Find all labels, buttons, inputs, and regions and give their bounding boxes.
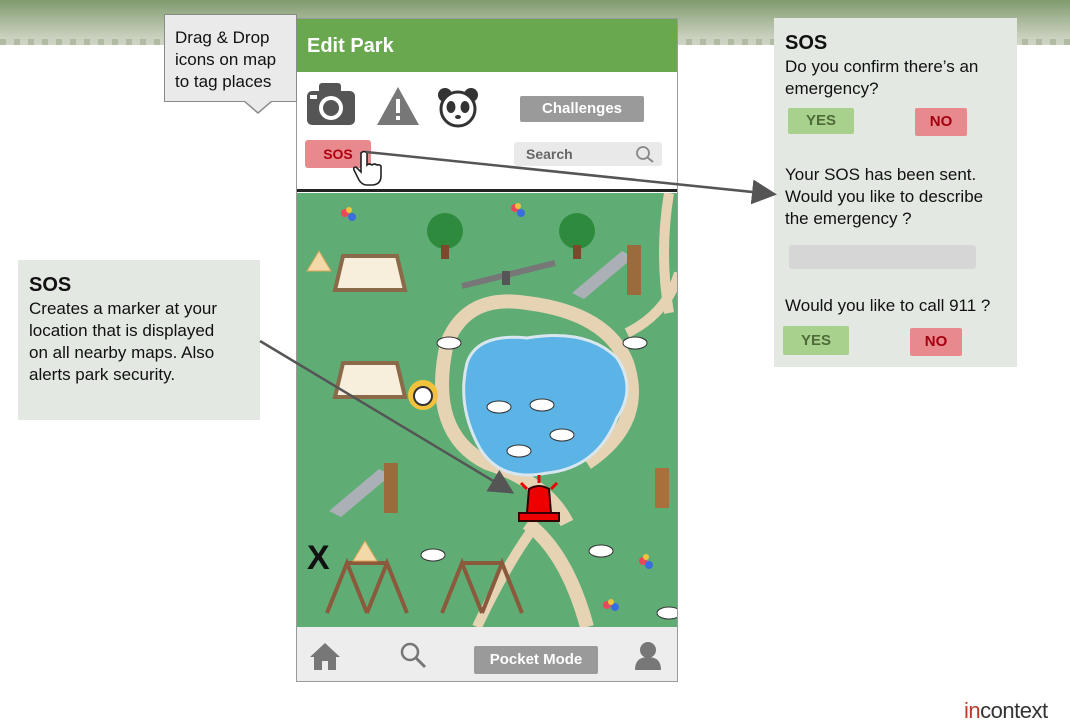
confirm-text: emergency? (785, 79, 879, 98)
warning-icon[interactable] (375, 85, 421, 127)
callout-line: Drag & Drop (175, 28, 270, 47)
callout-line: icons on map (175, 50, 277, 69)
call-911-text: Would you like to call 911 ? (785, 296, 991, 315)
park-map[interactable]: X (297, 193, 677, 627)
map-x-marker: X (307, 539, 330, 577)
search-icon (636, 146, 654, 163)
challenges-button[interactable]: Challenges (520, 96, 644, 122)
emergency-description-field[interactable] (789, 245, 976, 269)
sent-text: Would you like to describe (785, 187, 984, 206)
camera-icon[interactable] (305, 79, 357, 129)
call-no-button[interactable]: NO (910, 328, 962, 356)
drag-drop-callout: Drag & Drop icons on map to tag places (164, 14, 297, 102)
confirm-no-button[interactable]: NO (915, 108, 967, 136)
callout-line: to tag places (175, 72, 272, 91)
sos-dialog-panel: SOS Do you confirm there’s an emergency?… (774, 18, 1017, 367)
home-icon[interactable] (309, 641, 341, 671)
note-line: on all nearby maps. Also (29, 343, 215, 362)
panda-icon[interactable] (437, 87, 479, 129)
toolbar-divider (297, 189, 677, 192)
search-placeholder: Search (526, 146, 573, 162)
confirm-text: Do you confirm there’s an (785, 57, 979, 76)
sent-text: Your SOS has been sent. (785, 165, 977, 184)
logo-suffix: context (980, 698, 1048, 723)
note-heading: SOS (29, 274, 72, 296)
sent-text: the emergency ? (785, 209, 912, 228)
profile-icon[interactable] (634, 641, 662, 671)
call-yes-button[interactable]: YES (783, 326, 849, 355)
pocket-mode-button[interactable]: Pocket Mode (474, 646, 598, 674)
bottom-nav: Pocket Mode (297, 627, 677, 681)
note-line: alerts park security. (29, 365, 176, 384)
callout-pointer (243, 100, 273, 114)
park-map-drawing (306, 193, 677, 627)
sos-description-note: SOS Creates a marker at your location th… (18, 260, 260, 420)
phone-screen: Edit Park Challenges SOS Search X Pocket… (296, 18, 678, 682)
search-input[interactable]: Search (514, 142, 662, 166)
sos-panel-heading: SOS (785, 32, 828, 54)
app-header: Edit Park (297, 19, 677, 72)
confirm-yes-button[interactable]: YES (788, 108, 854, 134)
incontext-logo: incontext (964, 698, 1048, 724)
note-line: location that is displayed (29, 321, 215, 340)
hand-cursor-icon (352, 150, 382, 186)
logo-prefix: in (964, 698, 981, 723)
page-title: Edit Park (307, 35, 394, 57)
search-nav-icon[interactable] (399, 641, 427, 669)
note-line: Creates a marker at your (29, 299, 218, 318)
